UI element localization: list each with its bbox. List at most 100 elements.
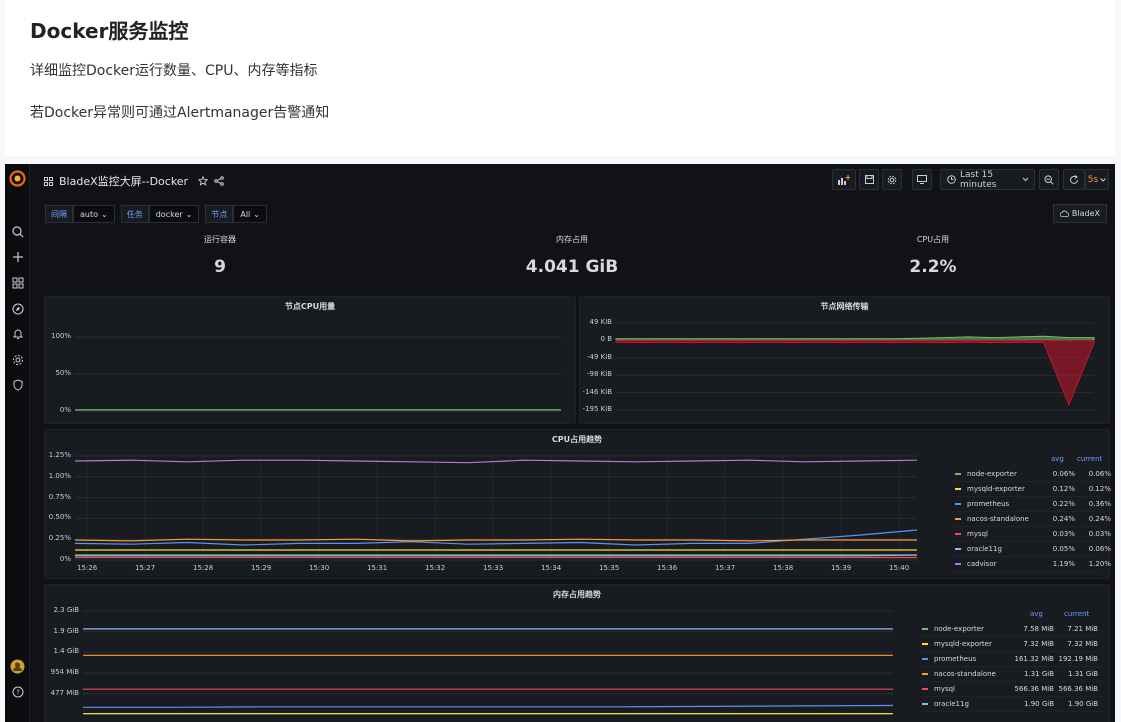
y-tick-label: 0% — [59, 555, 71, 563]
legend-current-value: 0.36% — [1088, 500, 1111, 508]
grafana-app: ? BladeX监控大屏--Docker Last 15 minutes 5s … — [5, 164, 1115, 722]
bladex-link-label: BladeX — [1071, 209, 1100, 218]
y-tick-label: 1.00% — [48, 471, 71, 480]
panel-node-cpu[interactable]: 节点CPU用量 100% 50% 0% — [44, 296, 576, 424]
legend-row: prometheus 161.32 MiB 192.19 MiB — [918, 652, 1103, 667]
chart-plot — [74, 455, 918, 561]
help-icon[interactable]: ? — [9, 683, 26, 700]
chevron-down-icon: ⌄ — [185, 209, 193, 219]
y-tick-label: 0.75% — [48, 492, 71, 501]
legend-swatch — [922, 658, 928, 660]
settings-gear-icon[interactable] — [9, 351, 26, 368]
x-tick-label: 15:39 — [831, 564, 852, 572]
doc-header: Docker服务监控 详细监控Docker运行数量、CPU、内存等指标 若Doc… — [5, 0, 1115, 156]
avatar[interactable] — [9, 658, 26, 675]
legend-swatch — [922, 673, 928, 675]
legend-header-current: current — [1064, 610, 1090, 618]
legend-swatch — [955, 563, 961, 565]
legend-row: oracle11g 0.05% 0.06% — [951, 542, 1111, 557]
legend-swatch — [922, 643, 928, 645]
variable-select[interactable]: docker ⌄ — [148, 205, 200, 223]
shield-icon[interactable] — [9, 376, 26, 393]
y-tick-label: 477 MiB — [50, 688, 79, 697]
chart-plot — [83, 610, 894, 715]
stat-title: 内存占用 — [556, 235, 588, 244]
alerting-bell-icon[interactable] — [9, 325, 26, 342]
legend-current-value: 0.06% — [1088, 470, 1111, 478]
chart-legend: avg current node-exporter 0.06% 0.06% mysqld-… — [951, 455, 1111, 574]
share-icon[interactable] — [214, 176, 224, 186]
search-icon[interactable] — [9, 223, 26, 240]
plus-icon[interactable] — [9, 248, 26, 265]
star-icon[interactable] — [198, 176, 209, 186]
x-tick-label: 15:37 — [715, 564, 736, 572]
stat-title: CPU占用 — [916, 235, 950, 244]
variable-select[interactable]: All ⌄ — [233, 205, 267, 223]
grafana-logo-icon[interactable] — [9, 170, 26, 187]
refresh-interval-label: 5s — [1087, 174, 1099, 185]
legend-row: mysqld-exporter 0.12% 0.12% — [951, 482, 1111, 497]
y-tick-label: 0 B — [600, 335, 612, 344]
legend-row: nacos-standalone 0.24% 0.24% — [951, 512, 1111, 527]
chevron-down-icon — [1100, 177, 1107, 182]
y-tick-label: 1.4 GiB — [53, 647, 79, 656]
series-line — [83, 704, 894, 708]
dashboards-grid-icon — [44, 176, 53, 186]
legend-swatch — [955, 548, 961, 550]
chevron-down-icon — [1022, 177, 1029, 182]
chart-legend: avg current node-exporter 7.58 MiB 7.21 MiB m… — [918, 610, 1103, 714]
y-tick-label: 50% — [55, 369, 71, 377]
stat-value: 9 — [214, 257, 226, 277]
y-tick-label: 0.25% — [48, 534, 71, 543]
chart-plot — [615, 322, 1095, 411]
legend-current-value: 566.36 MiB — [1058, 685, 1098, 693]
refresh-interval-picker[interactable]: 5s — [1085, 169, 1109, 190]
chevron-down-icon: ⌄ — [253, 209, 260, 219]
stat-running-containers: 运行容器 9 — [45, 230, 395, 288]
panel-node-network[interactable]: 节点网络传输 49 KiB 0 B -49 KiB -98 KiB -146 KiB -1… — [579, 296, 1110, 424]
legend-swatch — [955, 533, 961, 535]
y-tick-label: 1.25% — [48, 451, 71, 459]
x-tick-label: 15:33 — [483, 564, 504, 572]
chevron-down-icon: ⌄ — [101, 209, 108, 219]
variable-select[interactable]: auto ⌄ — [73, 205, 115, 223]
variable-job: 任务 docker ⌄ — [120, 205, 200, 223]
dashboard-settings-button[interactable] — [882, 169, 902, 190]
legend-row: cadvisor 1.19% 1.20% — [951, 557, 1111, 572]
refresh-button[interactable] — [1063, 169, 1085, 190]
legend-header-current: current — [1077, 455, 1103, 463]
variable-label: 节点 — [205, 205, 234, 223]
legend-row: node-exporter 7.58 MiB 7.21 MiB — [918, 622, 1103, 637]
time-range-label: Last 15 minutes — [960, 169, 997, 190]
chart-plot — [75, 336, 561, 412]
legend-swatch — [955, 503, 961, 505]
x-tick-label: 15:29 — [251, 564, 272, 572]
bladex-link[interactable]: BladeX — [1052, 204, 1107, 223]
y-tick-label: 954 MiB — [50, 668, 79, 676]
time-range-picker[interactable]: Last 15 minutes — [940, 169, 1035, 190]
dashboards-icon[interactable] — [9, 274, 26, 291]
panel-cpu-trend[interactable]: CPU占用趋势 1.25% 1.00% 0.75% 0.50% 0.25% 0% 15:26… — [44, 429, 1111, 579]
add-panel-button[interactable] — [832, 169, 856, 190]
dashboard-title-text[interactable]: BladeX监控大屏--Docker — [59, 173, 188, 189]
panel-memory-trend[interactable]: 内存占用趋势 2.3 GiB 1.9 GiB 1.4 GiB 954 MiB 477 M… — [44, 584, 1110, 722]
cloud-icon — [1059, 210, 1069, 217]
legend-current-value: 0.24% — [1088, 515, 1111, 523]
series-area — [615, 339, 1095, 407]
y-tick-label: -98 KiB — [587, 370, 612, 379]
stat-title: 运行容器 — [204, 235, 236, 244]
zoom-out-button[interactable] — [1039, 169, 1059, 190]
legend-row: prometheus 0.22% 0.36% — [951, 497, 1111, 512]
doc-line-1: 详细监控Docker运行数量、CPU、内存等指标 — [30, 63, 318, 79]
tv-mode-button[interactable] — [912, 169, 932, 190]
x-tick-label: 15:40 — [889, 564, 910, 572]
legend-swatch — [922, 703, 928, 705]
y-tick-label: -49 KiB — [587, 352, 612, 361]
variable-value: All — [240, 209, 251, 219]
y-tick-label: 100% — [50, 332, 71, 340]
save-dashboard-button[interactable] — [859, 169, 879, 190]
y-tick-label: -146 KiB — [582, 387, 612, 396]
svg-text:?: ? — [16, 688, 20, 696]
explore-icon[interactable] — [9, 300, 26, 317]
legend-row: mysqld-exporter 7.32 MiB 7.32 MiB — [918, 637, 1103, 652]
